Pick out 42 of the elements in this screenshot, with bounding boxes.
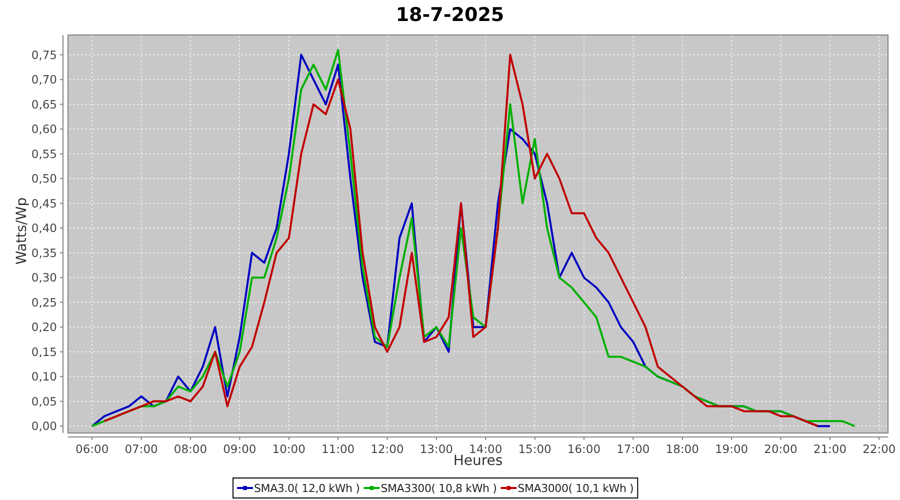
tick-label: 18:00	[666, 442, 699, 456]
tick-label: 0,05	[31, 394, 57, 408]
tick-label: 10:00	[272, 442, 306, 456]
axis-label: Heures	[453, 453, 503, 469]
tick-label: 0,45	[31, 196, 57, 210]
tick-label: 0,70	[31, 72, 57, 87]
tick-label: 07:00	[124, 442, 158, 456]
tick-label: 0,65	[31, 97, 57, 112]
legend-label: SMA3000( 10,1 kWh )	[518, 482, 634, 495]
tick-label: 21:00	[813, 442, 847, 456]
tick-label: 0,00	[31, 419, 57, 434]
tick-label: 11:00	[321, 442, 355, 456]
tick-label: 20:00	[764, 442, 798, 456]
axis-label: Watts/Wp	[14, 197, 30, 265]
legend-key-icon	[364, 486, 380, 490]
tick-label: 0,40	[31, 221, 57, 236]
tick-label: 06:00	[76, 442, 109, 456]
tick-label: 0,50	[31, 172, 57, 186]
tick-label: 12:00	[370, 442, 404, 456]
tick-label: 0,35	[31, 246, 57, 260]
tick-label: 0,25	[31, 295, 57, 310]
tick-label: 0,15	[31, 344, 57, 359]
chart-title: 18-7-2025	[396, 4, 504, 26]
tick-label: 08:00	[174, 442, 208, 456]
tick-label: 15:00	[518, 442, 552, 456]
tick-label: 14:00	[469, 442, 502, 456]
tick-label: 19:00	[715, 442, 748, 456]
legend-key-icon	[237, 486, 253, 490]
legend-label: SMA3.0( 12,0 kWh )	[254, 482, 360, 495]
tick-label: 17:00	[616, 442, 650, 456]
tick-label: 0,55	[31, 146, 57, 161]
tick-label: 09:00	[223, 442, 256, 456]
tick-label: 0,30	[31, 270, 57, 285]
tick-label: 22:00	[862, 442, 896, 456]
tick-label: 0,60	[31, 122, 57, 136]
legend-key-icon	[500, 486, 517, 490]
legend-label: SMA3300( 10,8 kWh )	[380, 482, 497, 495]
tick-label: 13:00	[420, 442, 453, 456]
tick-label: 0,20	[31, 320, 57, 334]
tick-label: 0,10	[31, 370, 57, 384]
tick-label: 16:00	[567, 442, 601, 456]
tick-label: 0,75	[31, 48, 57, 62]
